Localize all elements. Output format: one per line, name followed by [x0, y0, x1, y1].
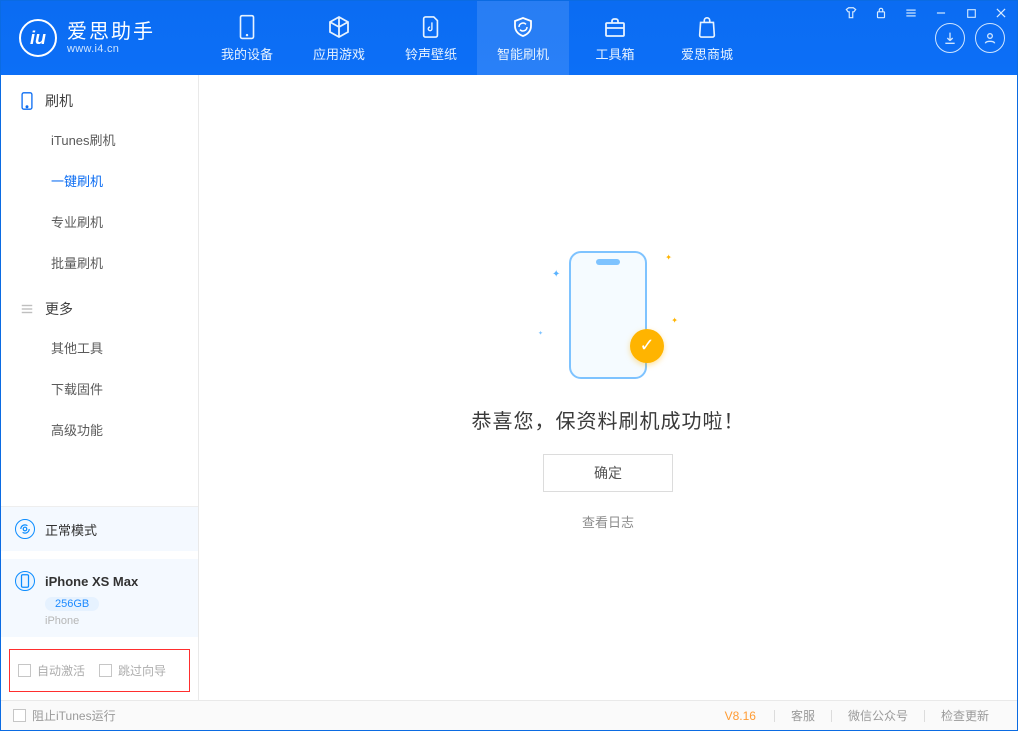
refresh-shield-icon: [510, 14, 536, 40]
nav-label: 工具箱: [595, 44, 634, 63]
nav-label: 应用游戏: [313, 44, 365, 63]
checkbox-icon: [13, 709, 26, 722]
footer: 阻止iTunes运行 V8.16 客服 微信公众号 检查更新: [1, 700, 1017, 730]
checkbox-label: 跳过向导: [118, 662, 166, 679]
app-window: iu 爱思助手 www.i4.cn 我的设备 应用游戏: [0, 0, 1018, 731]
header: iu 爱思助手 www.i4.cn 我的设备 应用游戏: [1, 1, 1017, 75]
download-button[interactable]: [935, 23, 965, 53]
nav-smart-flash[interactable]: 智能刷机: [477, 1, 569, 75]
options-highlight-box: 自动激活 跳过向导: [9, 649, 190, 692]
sidebar-item-other-tools[interactable]: 其他工具: [1, 327, 198, 368]
list-icon: [19, 301, 35, 317]
close-button[interactable]: [993, 5, 1009, 21]
nav-toolbox[interactable]: 工具箱: [569, 1, 661, 75]
sparkle-icon: ✦: [671, 316, 678, 325]
checkbox-icon: [18, 664, 31, 677]
sparkle-icon: ✦: [665, 253, 672, 262]
device-card[interactable]: iPhone XS Max 256GB iPhone: [1, 559, 198, 637]
maximize-button[interactable]: [963, 5, 979, 21]
minimize-button[interactable]: [933, 5, 949, 21]
phone-outline-icon: [569, 251, 647, 379]
logo: iu 爱思助手 www.i4.cn: [1, 19, 201, 57]
music-file-icon: [418, 14, 444, 40]
footer-link-wechat[interactable]: 微信公众号: [832, 707, 924, 724]
confirm-button[interactable]: 确定: [543, 454, 673, 492]
user-button[interactable]: [975, 23, 1005, 53]
checkbox-icon: [99, 664, 112, 677]
device-capacity: 256GB: [45, 597, 99, 611]
sidebar-item-advanced[interactable]: 高级功能: [1, 409, 198, 450]
checkmark-badge-icon: ✓: [630, 329, 664, 363]
sidebar-item-pro-flash[interactable]: 专业刷机: [1, 201, 198, 242]
nav-label: 智能刷机: [497, 44, 549, 63]
brand-url: www.i4.cn: [67, 43, 155, 55]
checkbox-label: 自动激活: [37, 662, 85, 679]
nav-store[interactable]: 爱思商城: [661, 1, 753, 75]
brand-name: 爱思助手: [67, 21, 155, 43]
menu-icon[interactable]: [903, 5, 919, 21]
checkbox-skip-guide[interactable]: 跳过向导: [99, 662, 166, 679]
phone-icon: [19, 93, 35, 109]
mode-label: 正常模式: [45, 520, 97, 539]
sidebar-group-title: 刷机: [45, 91, 73, 111]
nav-ringtones-wallpapers[interactable]: 铃声壁纸: [385, 1, 477, 75]
shirt-icon[interactable]: [843, 5, 859, 21]
bag-icon: [694, 14, 720, 40]
nav-apps-games[interactable]: 应用游戏: [293, 1, 385, 75]
footer-link-update[interactable]: 检查更新: [925, 707, 1005, 724]
nav-label: 铃声壁纸: [405, 44, 457, 63]
device-icon: [234, 14, 260, 40]
sparkle-icon: ✦: [552, 269, 560, 280]
version-label: V8.16: [725, 709, 756, 723]
window-controls: [843, 5, 1009, 21]
device-small-icon: [15, 571, 35, 591]
checkbox-auto-activate[interactable]: 自动激活: [18, 662, 85, 679]
nav-label: 我的设备: [221, 44, 273, 63]
device-name: iPhone XS Max: [45, 574, 138, 589]
nav-my-device[interactable]: 我的设备: [201, 1, 293, 75]
nav-label: 爱思商城: [681, 44, 733, 63]
sidebar-item-batch-flash[interactable]: 批量刷机: [1, 242, 198, 283]
checkbox-block-itunes[interactable]: 阻止iTunes运行: [13, 707, 116, 724]
logo-icon: iu: [19, 19, 57, 57]
sidebar-item-download-firmware[interactable]: 下载固件: [1, 368, 198, 409]
sidebar-group-title: 更多: [45, 299, 73, 319]
sidebar: 刷机 iTunes刷机 一键刷机 专业刷机 批量刷机 更多 其他工具 下载固件 …: [1, 75, 199, 700]
cube-icon: [326, 14, 352, 40]
device-platform: iPhone: [45, 615, 184, 627]
sparkle-icon: ✦: [538, 330, 543, 337]
sidebar-item-oneclick-flash[interactable]: 一键刷机: [1, 160, 198, 201]
sidebar-item-itunes-flash[interactable]: iTunes刷机: [1, 119, 198, 160]
body: 刷机 iTunes刷机 一键刷机 专业刷机 批量刷机 更多 其他工具 下载固件 …: [1, 75, 1017, 700]
checkbox-label: 阻止iTunes运行: [32, 707, 116, 724]
success-message: 恭喜您，保资料刷机成功啦！: [472, 405, 745, 434]
toolbox-icon: [602, 14, 628, 40]
lock-icon[interactable]: [873, 5, 889, 21]
header-right: [935, 23, 1017, 53]
mode-icon: [15, 519, 35, 539]
footer-link-support[interactable]: 客服: [775, 707, 831, 724]
mode-card[interactable]: 正常模式: [1, 507, 198, 551]
view-log-link[interactable]: 查看日志: [582, 512, 634, 531]
main-content: ✦ ✦ ✦ ✦ ✓ 恭喜您，保资料刷机成功啦！ 确定 查看日志: [199, 75, 1017, 700]
sidebar-group-flash: 刷机: [1, 75, 198, 119]
sidebar-group-more: 更多: [1, 283, 198, 327]
nav-tabs: 我的设备 应用游戏 铃声壁纸 智能刷机: [201, 1, 753, 75]
success-illustration: ✦ ✦ ✦ ✦ ✓: [498, 245, 718, 385]
